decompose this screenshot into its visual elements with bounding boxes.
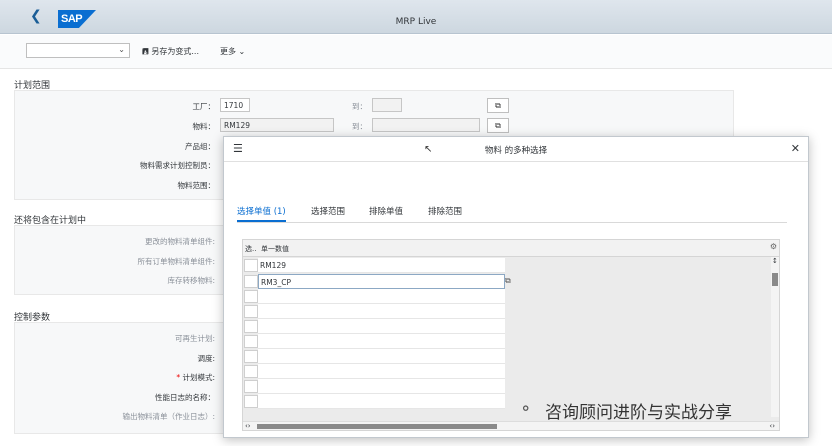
stock-transfer-label: 库存转移物料: (167, 276, 215, 285)
wechat-icon: ⚬ (519, 399, 533, 418)
table-row (243, 304, 772, 319)
value-cell[interactable]: RM3_CP (258, 274, 505, 289)
col-value-header[interactable]: 单一数值 (261, 244, 289, 254)
horizontal-scroll-thumb[interactable] (257, 424, 497, 429)
watermark: ⚬ 咨询顾问进阶与实战分享 (519, 399, 732, 423)
value-cell[interactable] (258, 304, 505, 319)
col-select-header[interactable]: 选.. (245, 244, 256, 254)
material-to-input[interactable] (372, 118, 480, 132)
row-selector[interactable] (244, 259, 258, 272)
more-button[interactable]: 更多 ⌄ (220, 46, 245, 57)
mrp-controller-label: 物料需求计划控制员： (140, 161, 215, 170)
plant-label: 工厂： (192, 102, 216, 111)
plant-to-input[interactable] (372, 98, 402, 112)
row-selector[interactable] (244, 275, 258, 288)
grid-header: 选.. 单一数值 ⚙ (243, 240, 779, 257)
shell-bar: ❮ SAP MRP Live (0, 0, 832, 34)
product-group-label: 产品组： (185, 142, 215, 151)
value-cell[interactable] (258, 289, 505, 304)
value-cell[interactable] (258, 379, 505, 394)
tab-exclude-ranges[interactable]: 排除范围 (428, 205, 462, 222)
tab-select-ranges[interactable]: 选择范围 (311, 205, 345, 222)
value-cell[interactable] (258, 394, 505, 409)
scheduling-label: 调度: (197, 354, 215, 363)
output-bom-label: 输出物料清单（作业日志）: (122, 412, 215, 421)
scroll-right-icon[interactable]: ‹› (769, 422, 775, 430)
value-cell[interactable] (258, 364, 505, 379)
table-row: RM3_CP ⧉ (243, 274, 772, 289)
value-cell[interactable] (258, 334, 505, 349)
settings-icon[interactable]: ⚙ (770, 242, 777, 251)
row-selector[interactable] (244, 350, 258, 363)
row-selector[interactable] (244, 335, 258, 348)
table-row (243, 289, 772, 304)
variant-toolbar: ⌄ 🖪 另存为变式... 更多 ⌄ (0, 35, 832, 69)
material-input[interactable]: RM129 (220, 118, 334, 132)
row-selector[interactable] (244, 395, 258, 408)
multiple-selection-dialog: ☰ ↖ 物料 的多种选择 ✕ 选择单值 (1) 选择范围 排除单值 排除范围 选… (223, 136, 809, 438)
table-row (243, 364, 772, 379)
row-selector[interactable] (244, 320, 258, 333)
row-selector[interactable] (244, 380, 258, 393)
chevron-down-icon: ⌄ (238, 47, 246, 56)
value-cell[interactable] (258, 319, 505, 334)
material-label: 物料： (192, 122, 216, 131)
row-selector[interactable] (244, 290, 258, 303)
regen-label: 可再生计划: (174, 334, 215, 343)
dialog-header: ☰ ↖ 物料 的多种选择 ✕ (224, 137, 808, 162)
tab-exclude-single-values[interactable]: 排除单值 (369, 205, 403, 222)
dialog-title: 物料 的多种选择 (484, 146, 548, 156)
material-scope-label: 物料范围： (177, 181, 216, 190)
plan-mode-label: * 计划模式: (176, 373, 215, 382)
changed-bom-label: 更改的物料清单组件: (144, 237, 215, 246)
variant-select[interactable]: ⌄ (26, 43, 130, 58)
material-multiple-selection-button[interactable]: ⧉ (487, 118, 509, 133)
plant-input[interactable]: 1710 (220, 98, 250, 112)
selection-tabs: 选择单值 (1) 选择范围 排除单值 排除范围 (237, 205, 787, 223)
plant-multiple-selection-button[interactable]: ⧉ (487, 98, 509, 113)
table-row (243, 379, 772, 394)
value-cell[interactable]: RM129 (258, 258, 505, 273)
vertical-scrollbar[interactable]: ↕ (771, 257, 779, 417)
value-cell[interactable] (258, 349, 505, 364)
tab-select-single-values[interactable]: 选择单值 (1) (237, 205, 286, 222)
material-to-label: 到： (352, 122, 367, 131)
row-selector[interactable] (244, 365, 258, 378)
table-row: RM129 (243, 258, 772, 273)
vertical-scroll-thumb[interactable] (772, 273, 778, 286)
close-icon[interactable]: ✕ (791, 142, 800, 155)
table-row (243, 319, 772, 334)
perf-log-label: 性能日志的名称： (155, 393, 215, 402)
app-title: MRP Live (395, 17, 437, 27)
order-bom-label: 所有订单物料清单组件: (137, 257, 215, 266)
save-as-variant-button[interactable]: 🖪 另存为变式... (142, 46, 199, 60)
plant-to-label: 到： (352, 102, 367, 111)
table-row (243, 334, 772, 349)
scroll-left-icon[interactable]: ‹› (245, 422, 251, 430)
scroll-arrows-icon[interactable]: ↕ (772, 257, 778, 265)
save-icon: 🖪 (142, 47, 149, 56)
table-row (243, 349, 772, 364)
row-selector[interactable] (244, 305, 258, 318)
value-help-icon[interactable]: ⧉ (505, 276, 511, 286)
chevron-down-icon: ⌄ (118, 45, 125, 54)
